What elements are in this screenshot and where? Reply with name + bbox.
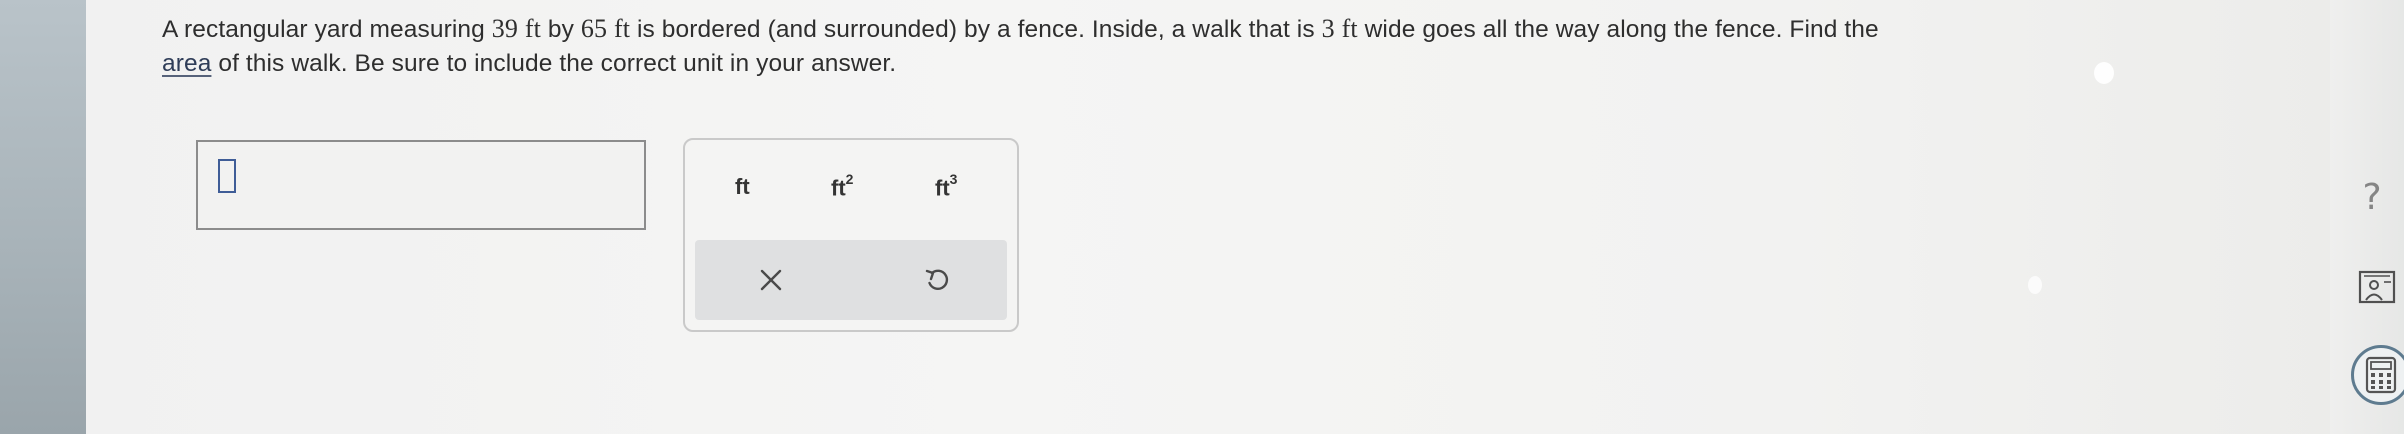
answer-entry-slot[interactable] <box>218 159 236 193</box>
screen-glare <box>2094 62 2114 84</box>
x-icon <box>760 269 782 291</box>
calculator-icon[interactable] <box>2351 345 2404 405</box>
unit-ft-cubed-button[interactable]: ft3 <box>935 171 958 201</box>
unit-keypad: ft ft2 ft3 <box>683 138 1019 332</box>
unit-ft-button[interactable]: ft <box>735 174 750 200</box>
unit-ft-squared-label: ft <box>831 175 846 201</box>
unit-ft-cubed-label: ft <box>935 175 950 201</box>
help-label: ? <box>2362 176 2382 218</box>
yard-width-unit: ft <box>613 14 631 43</box>
walk-width-unit: ft <box>1341 14 1358 43</box>
yard-length-value: 39 <box>491 14 518 43</box>
yard-width-value: 65 <box>580 14 608 43</box>
walk-width-value: 3 <box>1321 14 1335 43</box>
question-part-1: A rectangular yard measuring <box>162 16 492 43</box>
unit-ft-label: ft <box>735 174 750 199</box>
question-part-3: is bordered (and surrounded) by a fence.… <box>630 16 1322 43</box>
clear-button[interactable] <box>751 260 791 300</box>
calculator-glyph-icon <box>2365 356 2397 394</box>
unit-ft-squared-exponent: 2 <box>845 171 854 187</box>
help-icon[interactable]: ? <box>2352 175 2392 219</box>
answer-input[interactable] <box>196 140 646 230</box>
person-board-icon <box>2358 270 2396 304</box>
undo-icon <box>925 269 949 290</box>
undo-button[interactable] <box>917 260 957 300</box>
question-text: A rectangular yard measuring 39 ft by 65… <box>162 12 2302 81</box>
area-definition-link[interactable]: area <box>162 50 211 77</box>
unit-ft-squared-button[interactable]: ft2 <box>831 171 854 201</box>
keypad-action-bar <box>695 240 1007 320</box>
question-part-2: by <box>540 16 581 43</box>
unit-ft-cubed-exponent: 3 <box>949 171 958 187</box>
question-part-4: wide goes all the way along the fence. F… <box>1357 16 1879 43</box>
question-part-5: of this walk. Be sure to include the cor… <box>211 50 897 77</box>
yard-length-unit: ft <box>524 14 541 43</box>
screen-glare <box>2028 276 2042 294</box>
reader-icon[interactable] <box>2354 264 2398 308</box>
left-background-strip <box>0 0 86 434</box>
